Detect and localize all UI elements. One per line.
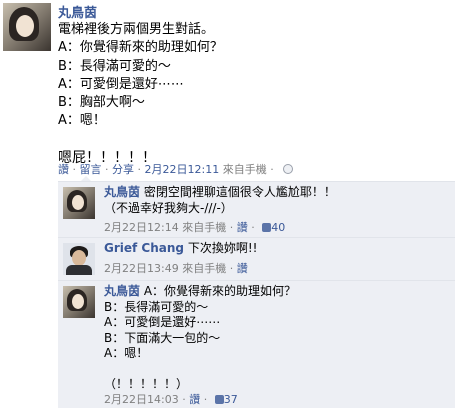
comments-list: 丸鳥茵 密閉空間裡聊這個很令人尷尬耶！！ （不過幸好我夠大-///-） 2月22…	[58, 181, 455, 408]
comment-source: 來自手機	[182, 221, 227, 234]
post-action-bar: 讚 · 留言 · 分享 · 2月22日12:11 來自手機 ·	[58, 161, 294, 177]
post-line: A：你覺得新來的助理如何？	[58, 40, 223, 56]
post-line: A：可愛倒是還好⋯⋯	[58, 76, 184, 92]
comment-item: 丸鳥茵 A：你覺得新來的助理如何？ B：長得滿可愛的～ A：可愛倒是還好⋯⋯ B…	[58, 280, 455, 408]
post-line: B：胸部大啊～	[58, 95, 145, 111]
comment-line: （不過幸好我夠大-///-）	[104, 200, 233, 215]
thumbs-up-icon	[262, 223, 272, 232]
separator: ·	[69, 163, 80, 176]
comment-timestamp[interactable]: 2月22日12:14	[104, 221, 179, 234]
comment-author-name[interactable]: 丸鳥茵	[104, 284, 140, 298]
post-author-name[interactable]: 丸鳥茵	[58, 2, 97, 21]
comment-like-link[interactable]: 讚	[237, 262, 248, 275]
comment-line: A：嗯！	[104, 346, 149, 360]
post-source: 來自手機	[222, 163, 267, 176]
comment-like-link[interactable]: 讚	[189, 393, 200, 406]
comment-line: A：可愛倒是還好⋯⋯	[104, 315, 221, 329]
comment-like-count[interactable]: 40	[271, 221, 285, 234]
comment-item: Grief Chang 下次換妳啊!! 2月22日13:49 來自手機 · 讚	[58, 237, 455, 279]
comment-source: 來自手機	[182, 262, 227, 275]
comment-timestamp[interactable]: 2月22日13:49	[104, 262, 179, 275]
post-timestamp[interactable]: 2月22日12:11	[145, 163, 220, 176]
comment-line: 下次換妳啊!!	[187, 241, 258, 255]
separator: ·	[134, 163, 145, 176]
comment-item: 丸鳥茵 密閉空間裡聊這個很令人尷尬耶！！ （不過幸好我夠大-///-） 2月22…	[58, 181, 455, 236]
separator: ·	[266, 163, 278, 176]
comment-meta: 2月22日13:49 來自手機 · 讚	[104, 262, 248, 275]
comment-text: 丸鳥茵 A：你覺得新來的助理如何？ B：長得滿可愛的～ A：可愛倒是還好⋯⋯ B…	[104, 284, 449, 393]
comment-like-link[interactable]: 讚	[237, 221, 248, 234]
globe-icon[interactable]	[283, 164, 294, 174]
like-link[interactable]: 讚	[58, 163, 69, 176]
comment-author-name[interactable]: 丸鳥茵	[104, 185, 140, 199]
comment-blank-line	[104, 362, 449, 378]
comment-author-avatar[interactable]	[63, 243, 95, 275]
comment-meta: 2月22日14:03 · 讚 · 37	[104, 393, 238, 406]
comment-author-avatar[interactable]	[63, 187, 95, 219]
comment-line: B：下面滿大一包的～	[104, 330, 221, 345]
comment-meta: 2月22日12:14 來自手機 · 讚 · 40	[104, 221, 286, 234]
thumbs-up-icon	[214, 395, 224, 404]
comment-author-name[interactable]: Grief Chang	[104, 241, 184, 255]
comment-timestamp[interactable]: 2月22日14:03	[104, 393, 179, 406]
comment-text: 丸鳥茵 密閉空間裡聊這個很令人尷尬耶！！ （不過幸好我夠大-///-）	[104, 185, 449, 216]
comment-like-count[interactable]: 37	[224, 393, 238, 406]
comment-line: 密閉空間裡聊這個很令人尷尬耶！！	[143, 185, 336, 199]
comment-author-avatar[interactable]	[63, 286, 95, 318]
share-link[interactable]: 分享	[112, 163, 134, 176]
post-body: 電梯裡後方兩個男生對話。 A：你覺得新來的助理如何？ B：長得滿可愛的～ A：可…	[58, 21, 453, 167]
post-author-avatar[interactable]	[3, 3, 51, 51]
comment-link[interactable]: 留言	[80, 163, 102, 176]
post-line: A：嗯！	[58, 113, 106, 129]
comment-line: A：你覺得新來的助理如何？	[143, 284, 297, 298]
comment-line: B：長得滿可愛的～	[104, 299, 209, 314]
post-line: 電梯裡後方兩個男生對話。	[58, 22, 215, 37]
post-line: B：長得滿可愛的～	[58, 58, 171, 74]
comment-text: Grief Chang 下次換妳啊!!	[104, 241, 449, 257]
separator: ·	[101, 163, 112, 176]
